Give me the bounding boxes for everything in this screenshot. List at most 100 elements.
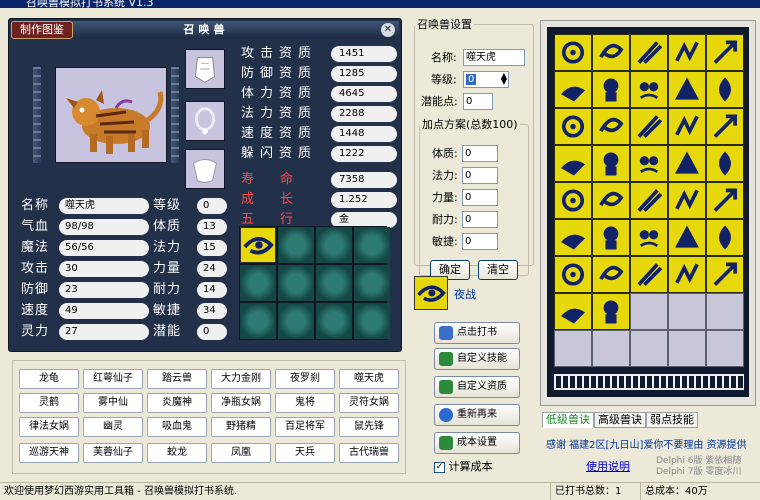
skill-book-cell[interactable] [630,182,668,219]
plan-field[interactable]: 0 [462,167,498,184]
skill-book-cell[interactable] [592,219,630,256]
skill-book-cell[interactable] [554,256,592,293]
beast-button[interactable]: 百足将军 [275,417,335,437]
beast-button[interactable]: 幽灵 [83,417,143,437]
beast-button[interactable]: 蛟龙 [147,443,207,463]
hit-book-button[interactable]: 点击打书 [434,322,520,344]
beast-button[interactable]: 鬼将 [275,393,335,413]
beast-button[interactable]: 雾中仙 [83,393,143,413]
level-spinner[interactable]: 0 ▲ ▼ [463,71,509,88]
plan-field[interactable]: 0 [462,211,498,228]
plan-field[interactable]: 0 [462,145,498,162]
checkbox-icon[interactable]: ✓ [434,461,445,473]
skill-book-cell[interactable] [630,108,668,145]
empty-skill-cell[interactable] [554,330,592,367]
skill-book-cell[interactable] [706,108,744,145]
clear-button[interactable]: 清空 [478,260,518,280]
spinner-arrows-icon[interactable]: ▲ ▼ [501,72,507,86]
beast-button[interactable]: 夜罗刹 [275,369,335,389]
empty-skill-cell[interactable] [630,330,668,367]
skill-book-cell[interactable] [554,145,592,182]
equip-slot-collar[interactable] [185,149,225,189]
potential-field[interactable]: 0 [463,93,493,110]
beast-button[interactable]: 芙蓉仙子 [83,443,143,463]
skill-slot[interactable] [278,227,314,263]
empty-skill-cell[interactable] [630,293,668,330]
empty-skill-cell[interactable] [592,330,630,367]
skill-book-cell[interactable] [630,34,668,71]
skill-book-cell[interactable] [706,256,744,293]
skill-slot[interactable] [240,265,276,301]
beast-button[interactable]: 灵鹤 [19,393,79,413]
empty-skill-cell[interactable] [668,293,706,330]
help-link[interactable]: 使用说明 [586,458,630,474]
skill-book-cell[interactable] [630,71,668,108]
skill-slot[interactable] [316,227,352,263]
beast-button[interactable]: 噬天虎 [339,369,399,389]
beast-button[interactable]: 天兵 [275,443,335,463]
skill-book-cell[interactable] [554,293,592,330]
skill-slot[interactable] [354,227,390,263]
beast-button[interactable]: 大力金刚 [211,369,271,389]
skill-book-cell[interactable] [592,108,630,145]
skill-slot[interactable] [316,265,352,301]
name-field[interactable]: 噬天虎 [463,49,525,66]
custom-skill-button[interactable]: 自定义技能 [434,348,520,370]
skill-book-cell[interactable] [668,71,706,108]
equip-slot-armor[interactable] [185,49,225,89]
beast-button[interactable]: 吸血鬼 [147,417,207,437]
skill-book-cell[interactable] [630,219,668,256]
beast-button[interactable]: 红萼仙子 [83,369,143,389]
plan-field[interactable]: 0 [462,233,498,250]
beast-button[interactable]: 野猪精 [211,417,271,437]
tab-low-level-books[interactable]: 低级兽诀 [542,412,594,428]
skill-slot[interactable] [354,303,390,339]
skill-book-cell[interactable] [630,145,668,182]
skill-book-cell[interactable] [706,219,744,256]
skill-book-cell[interactable] [668,108,706,145]
empty-skill-cell[interactable] [668,330,706,367]
skill-book-cell[interactable] [668,256,706,293]
skill-book-cell[interactable] [592,293,630,330]
equip-slot-necklace[interactable] [185,101,225,141]
skill-book-cell[interactable] [706,34,744,71]
cost-checkbox[interactable]: ✓ 计算成本 [434,458,524,473]
selected-skill-icon[interactable] [414,276,448,310]
tab-high-level-books[interactable]: 高级兽诀 [594,412,646,428]
beast-button[interactable]: 净瓶女娲 [211,393,271,413]
beast-button[interactable]: 龙龟 [19,369,79,389]
plan-field[interactable]: 0 [462,189,498,206]
skill-book-cell[interactable] [668,145,706,182]
skill-book-cell[interactable] [668,219,706,256]
skill-book-cell[interactable] [592,145,630,182]
skill-slot[interactable] [354,265,390,301]
skill-book-cell[interactable] [706,71,744,108]
skill-book-cell[interactable] [554,182,592,219]
skill-slot[interactable] [240,303,276,339]
skill-book-cell[interactable] [592,256,630,293]
restart-button[interactable]: 重新再来 [434,404,520,426]
skill-book-cell[interactable] [592,71,630,108]
empty-skill-cell[interactable] [706,330,744,367]
beast-button[interactable]: 踏云兽 [147,369,207,389]
beast-button[interactable]: 巡游天神 [19,443,79,463]
skill-slot[interactable] [278,303,314,339]
beast-button[interactable]: 凤凰 [211,443,271,463]
beast-button[interactable]: 炎魔神 [147,393,207,413]
custom-aptitude-button[interactable]: 自定义资质 [434,376,520,398]
close-icon[interactable]: ✕ [381,23,395,37]
skill-book-cell[interactable] [592,182,630,219]
skill-book-cell[interactable] [706,182,744,219]
skill-book-cell[interactable] [668,34,706,71]
beast-button[interactable]: 律法女娲 [19,417,79,437]
skill-slot-night-combat[interactable] [240,227,276,263]
make-handbook-button[interactable]: 制作图鉴 [11,21,73,39]
cost-settings-button[interactable]: 成本设置 [434,432,520,454]
skill-book-cell[interactable] [668,182,706,219]
skill-slot[interactable] [278,265,314,301]
skill-book-cell[interactable] [554,108,592,145]
beast-button[interactable]: 灵符女娲 [339,393,399,413]
beast-button[interactable]: 古代瑞兽 [339,443,399,463]
tab-weakness-skills[interactable]: 弱点技能 [646,412,698,428]
empty-skill-cell[interactable] [706,293,744,330]
